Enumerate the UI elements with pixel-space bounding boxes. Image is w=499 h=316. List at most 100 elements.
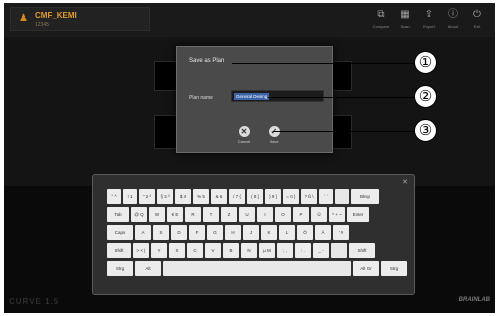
brainlab-logo: BRAINLAB <box>458 297 490 303</box>
keyboard-key[interactable]: Alt <box>135 261 161 276</box>
toolbar-scan[interactable]: ▦ Scan <box>394 9 416 35</box>
toolbar-label: Scan <box>400 24 410 29</box>
keyboard-key[interactable]: ( 8 [ <box>247 189 263 204</box>
toolbar-compare[interactable]: ⧉ Compare <box>370 9 392 35</box>
keyboard-key[interactable]: S <box>153 225 169 240</box>
cancel-label: Cancel <box>237 139 251 144</box>
toolbar-label: Export <box>423 24 435 29</box>
toolbar-export[interactable]: ⇪ Export <box>418 9 440 35</box>
keyboard-key[interactable]: K <box>261 225 277 240</box>
plan-name-value: General Desing <box>234 93 270 100</box>
keyboard-key[interactable]: Alt Gr <box>353 261 379 276</box>
keyboard-key[interactable]: I <box>257 207 273 222</box>
keyboard-key[interactable]: A <box>135 225 151 240</box>
keyboard-key[interactable]: @ Q <box>131 207 147 222</box>
keyboard-key[interactable]: D <box>171 225 187 240</box>
keyboard-key[interactable]: ; , <box>277 243 293 258</box>
keyboard-row-4: Shift > < | Y X C V B Nµ M; ,: . _ - Shift <box>107 243 375 258</box>
keyboard-key[interactable]: Ö <box>297 225 313 240</box>
keyboard-key[interactable]: " 2 ² <box>139 189 155 204</box>
keyboard-key[interactable]: Z <box>221 207 237 222</box>
keyboard-key[interactable]: / 7 { <box>229 189 245 204</box>
keyboard-key[interactable]: Enter <box>347 207 369 222</box>
toolbar-label: Compare <box>372 24 390 29</box>
export-icon: ⇪ <box>424 9 434 20</box>
keyboard-key[interactable]: N <box>241 243 257 258</box>
plan-name-input[interactable]: General Desing <box>231 90 324 102</box>
keyboard-key[interactable]: Bksp <box>351 189 379 204</box>
keyboard-key[interactable]: Ü <box>311 207 327 222</box>
patient-name: CMF_KEMI <box>35 11 77 20</box>
patient-icon: ♟ <box>19 13 28 24</box>
keyboard-key[interactable]: C <box>187 243 203 258</box>
keyboard-row-1: ° ^! 1 " 2 ² § 3 ³ $ 4% 5 & 6/ 7 {( 8 [) 9 ]… <box>107 189 379 204</box>
keyboard-key[interactable]: ` ´ <box>319 189 333 204</box>
patient-card[interactable]: ♟ CMF_KEMI 12345 <box>10 7 150 31</box>
space-key[interactable] <box>163 261 351 276</box>
cancel-icon: ✕ <box>238 126 250 137</box>
cancel-button[interactable]: ✕ Cancel <box>233 126 255 144</box>
keyboard-key[interactable]: O <box>275 207 291 222</box>
keyboard-key[interactable]: Strg <box>381 261 407 276</box>
callout-1: ① <box>414 51 437 74</box>
keyboard-key[interactable]: G <box>207 225 223 240</box>
callout-line-1 <box>232 63 414 64</box>
keyboard-key[interactable]: = 0 } <box>283 189 299 204</box>
plan-name-label: Plan name <box>189 95 213 101</box>
keyboard-key[interactable]: R <box>185 207 201 222</box>
callout-line-3 <box>273 131 414 132</box>
keyboard-key[interactable]: ? ß \ <box>301 189 317 204</box>
keyboard-key[interactable]: § 3 ³ <box>157 189 173 204</box>
keyboard-key[interactable]: µ M <box>259 243 275 258</box>
keyboard-key[interactable]: & 6 <box>211 189 227 204</box>
keyboard-key[interactable]: _ - <box>313 243 329 258</box>
keyboard-key[interactable]: > < | <box>133 243 149 258</box>
keyboard-key[interactable]: U <box>239 207 255 222</box>
keyboard-key[interactable] <box>335 189 349 204</box>
keyboard-key[interactable]: € E <box>167 207 183 222</box>
keyboard-row-3: Caps A S D F G H J K L Ö Ä ' # <box>107 225 349 240</box>
product-brand: CURVE 1.5 <box>9 297 60 306</box>
close-icon[interactable]: ✕ <box>402 178 408 186</box>
keyboard-key[interactable]: L <box>279 225 295 240</box>
toolbar-about[interactable]: ⓘ About <box>442 9 464 35</box>
keyboard-key[interactable]: ° ^ <box>107 189 121 204</box>
keyboard-key[interactable]: * + ~ <box>329 207 345 222</box>
keyboard-key[interactable]: ! 1 <box>123 189 137 204</box>
keyboard-key[interactable]: : . <box>295 243 311 258</box>
keyboard-key[interactable]: % 5 <box>193 189 209 204</box>
keyboard-key[interactable]: X <box>169 243 185 258</box>
patient-id: 12345 <box>35 22 49 28</box>
keyboard-row-5: Strg Alt Alt Gr Strg <box>107 261 407 276</box>
keyboard-row-2: Tab @ Q W € E R T Z U I O P Ü * + ~ Enter <box>107 207 369 222</box>
keyboard-key[interactable]: Strg <box>107 261 133 276</box>
toolbar-exit[interactable]: ⏻ Exit <box>466 9 488 35</box>
keyboard-key[interactable]: Ä <box>315 225 331 240</box>
on-screen-keyboard: ✕ ° ^! 1 " 2 ² § 3 ³ $ 4% 5 & 6/ 7 {( 8 [) 9… <box>92 174 415 295</box>
keyboard-key[interactable]: ) 9 ] <box>265 189 281 204</box>
keyboard-key[interactable]: Y <box>151 243 167 258</box>
keyboard-key[interactable]: ' # <box>333 225 349 240</box>
keyboard-key[interactable]: J <box>243 225 259 240</box>
keyboard-key[interactable]: F <box>189 225 205 240</box>
compare-icon: ⧉ <box>377 9 385 20</box>
keyboard-key[interactable]: T <box>203 207 219 222</box>
keyboard-key[interactable]: V <box>205 243 221 258</box>
callout-2: ② <box>414 85 437 108</box>
keyboard-key[interactable]: Shift <box>349 243 375 258</box>
keyboard-key[interactable]: B <box>223 243 239 258</box>
scan-icon: ▦ <box>400 9 410 20</box>
keyboard-key[interactable]: W <box>149 207 165 222</box>
top-bar: ♟ CMF_KEMI 12345 ⧉ Compare ▦ Scan ⇪ Expo… <box>4 3 495 37</box>
app-screen: ♟ CMF_KEMI 12345 ⧉ Compare ▦ Scan ⇪ Expo… <box>4 3 495 313</box>
keyboard-key[interactable]: Tab <box>107 207 129 222</box>
toolbar-label: About <box>447 24 459 29</box>
keyboard-key[interactable]: H <box>225 225 241 240</box>
save-button[interactable]: ✓ Save <box>263 126 285 144</box>
keyboard-key[interactable]: Caps <box>107 225 133 240</box>
keyboard-key[interactable]: $ 4 <box>175 189 191 204</box>
keyboard-key[interactable] <box>331 243 347 258</box>
keyboard-key[interactable]: P <box>293 207 309 222</box>
toolbar-label: Exit <box>473 24 481 29</box>
keyboard-key[interactable]: Shift <box>107 243 131 258</box>
